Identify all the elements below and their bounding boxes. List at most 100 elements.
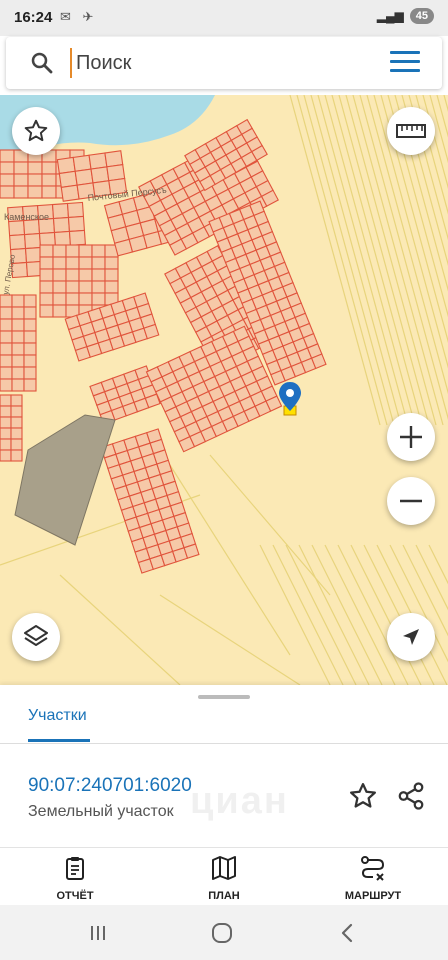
parcel xyxy=(52,244,67,258)
parcel xyxy=(65,268,80,282)
parcel-type: Земельный участок xyxy=(28,803,174,820)
parcel xyxy=(0,161,15,175)
clipboard-icon xyxy=(66,857,84,880)
parcel xyxy=(65,292,80,306)
parcel xyxy=(0,318,13,332)
parcel xyxy=(0,405,12,418)
home-icon[interactable] xyxy=(210,921,234,945)
parcel xyxy=(10,427,23,440)
back-icon[interactable] xyxy=(336,921,360,945)
parcel xyxy=(10,438,23,451)
parcel xyxy=(39,244,54,258)
parcel xyxy=(91,256,106,270)
search-bar xyxy=(6,37,442,89)
parcel xyxy=(0,354,13,368)
nav-plan-label: ПЛАН xyxy=(208,890,240,902)
parcel xyxy=(0,416,12,429)
parcel xyxy=(0,185,15,199)
parcel xyxy=(23,306,37,320)
parcel-number[interactable]: 90:07:240701:6020 xyxy=(28,775,192,797)
cadastral-map[interactable]: Почтовый Персусъ Каменское ул. Перово xyxy=(0,95,448,685)
parcel xyxy=(23,330,37,344)
parcel xyxy=(23,232,42,250)
parcel xyxy=(65,244,80,258)
parcel xyxy=(27,185,43,199)
parcel xyxy=(53,230,72,248)
parcel xyxy=(68,229,86,247)
parcel xyxy=(23,354,37,368)
parcel xyxy=(88,152,108,170)
signal-icon: ▂▄▆ xyxy=(376,9,404,23)
sheet-drag-handle[interactable] xyxy=(198,695,250,699)
parcel xyxy=(78,268,93,282)
parcel xyxy=(0,438,12,451)
menu-icon[interactable] xyxy=(390,51,420,75)
zoom-out-button[interactable] xyxy=(387,477,435,525)
share-icon[interactable] xyxy=(396,781,426,811)
parcel xyxy=(24,246,43,264)
parcel xyxy=(65,280,80,294)
parcel xyxy=(23,378,37,392)
search-icon[interactable] xyxy=(30,51,54,75)
parcel xyxy=(60,184,80,202)
favorites-button[interactable] xyxy=(12,107,60,155)
parcel xyxy=(10,394,23,407)
parcel xyxy=(41,173,57,187)
parcel xyxy=(27,173,43,187)
parcel xyxy=(41,185,57,199)
parcel xyxy=(52,268,67,282)
map-label-village: Каменское xyxy=(4,212,49,222)
my-location-button[interactable] xyxy=(387,613,435,661)
quarry-area xyxy=(14,414,116,546)
parcel xyxy=(0,306,13,320)
parcel xyxy=(0,394,12,407)
tab-parcels[interactable]: Участки xyxy=(28,707,87,725)
location-marker-icon xyxy=(279,382,301,411)
parcel xyxy=(11,294,25,308)
nav-report-label: ОТЧЁТ xyxy=(56,890,94,902)
parcel xyxy=(65,256,80,270)
nav-route[interactable]: МАРШРУТ xyxy=(323,854,423,902)
parcel xyxy=(0,149,15,163)
nav-plan[interactable]: ПЛАН xyxy=(174,854,274,902)
parcel xyxy=(10,416,23,429)
parcel xyxy=(8,220,26,237)
recent-apps-icon[interactable] xyxy=(86,921,110,945)
search-input[interactable] xyxy=(70,48,370,78)
parcel xyxy=(11,378,25,392)
nav-report[interactable]: ОТЧЁТ xyxy=(25,854,125,902)
status-bar: 16:24 ✉ ✈ ▂▄▆ 45 xyxy=(0,0,448,36)
bottom-nav: ОТЧЁТ ПЛАН МАРШРУТ xyxy=(0,847,448,905)
parcel xyxy=(0,294,13,308)
zoom-in-button[interactable] xyxy=(387,413,435,461)
parcel xyxy=(11,342,25,356)
favorite-star-icon[interactable] xyxy=(348,781,378,811)
parcel xyxy=(106,163,126,182)
parcel xyxy=(90,166,110,184)
ruler-button[interactable] xyxy=(387,107,435,155)
parcel xyxy=(11,366,25,380)
layers-button[interactable] xyxy=(12,613,60,661)
parcel xyxy=(0,330,13,344)
system-nav-bar xyxy=(0,905,448,960)
ruler-icon xyxy=(396,124,426,138)
parcel xyxy=(11,306,25,320)
divider xyxy=(0,743,448,744)
status-right: ▂▄▆ 45 xyxy=(377,8,434,24)
parcel xyxy=(52,304,67,318)
parcel xyxy=(39,304,54,318)
parcel xyxy=(0,449,12,462)
parcel xyxy=(23,294,37,308)
parcel xyxy=(78,244,93,258)
parcel xyxy=(10,449,23,462)
parcel xyxy=(104,280,119,294)
parcel xyxy=(39,280,54,294)
parcel xyxy=(13,173,29,187)
parcel xyxy=(0,366,13,380)
parcel xyxy=(39,292,54,306)
layers-icon xyxy=(24,625,48,646)
parcel xyxy=(72,154,92,172)
plus-icon xyxy=(400,426,422,448)
parcel xyxy=(78,256,93,270)
map-view[interactable]: Почтовый Персусъ Каменское ул. Перово xyxy=(0,95,448,685)
